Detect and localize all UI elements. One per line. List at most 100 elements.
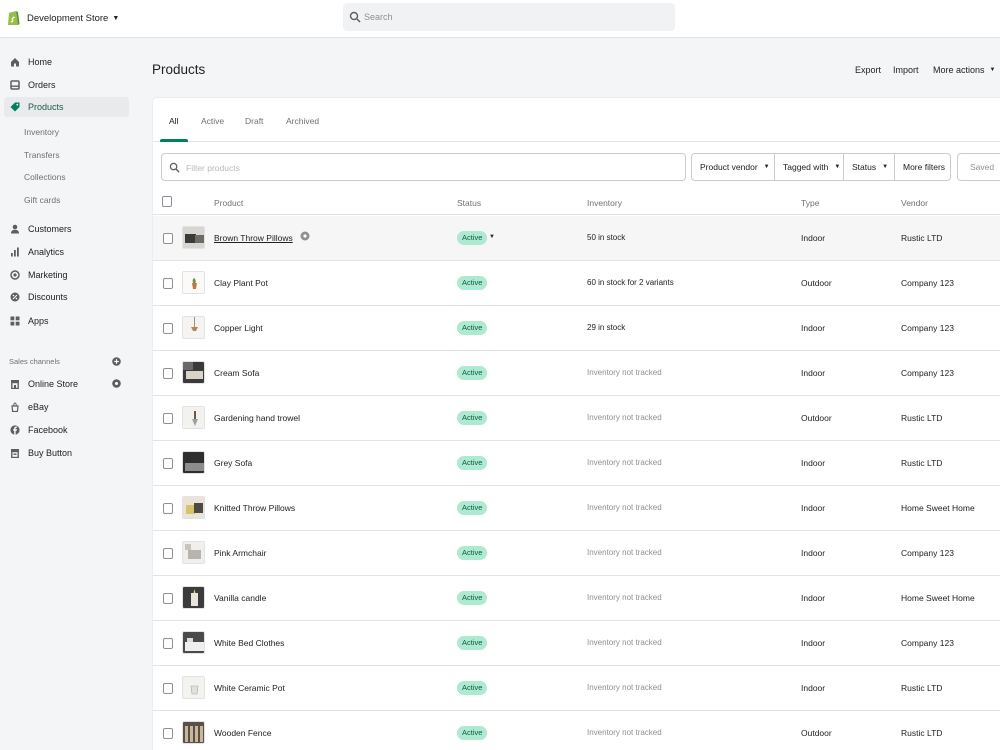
- product-vendor: Rustic LTD: [901, 413, 943, 423]
- sidebar-item-home[interactable]: Home: [4, 52, 129, 72]
- table-row[interactable]: Vanilla candle Active Inventory not trac…: [153, 576, 1000, 621]
- sidebar-item-ebay[interactable]: eBay: [4, 397, 129, 417]
- row-checkbox[interactable]: [163, 368, 173, 379]
- row-checkbox[interactable]: [163, 638, 173, 649]
- product-name-link[interactable]: Gardening hand trowel: [214, 413, 300, 423]
- row-checkbox[interactable]: [163, 413, 173, 424]
- row-checkbox[interactable]: [163, 233, 173, 244]
- sidebar-sub-transfers[interactable]: Transfers: [24, 146, 60, 164]
- sidebar-item-label: eBay: [28, 402, 49, 412]
- status-badge[interactable]: Active: [457, 681, 488, 695]
- sidebar-sub-gift-cards[interactable]: Gift cards: [24, 191, 60, 209]
- tab-active[interactable]: Active: [201, 116, 224, 126]
- sidebar-item-online-store[interactable]: Online Store: [4, 374, 129, 394]
- row-checkbox[interactable]: [163, 323, 173, 334]
- chevron-down-icon[interactable]: ▼: [489, 234, 495, 240]
- sidebar-item-label: Marketing: [28, 270, 68, 280]
- saved-button[interactable]: Saved: [957, 153, 1000, 181]
- chevron-down-icon: ▼: [989, 67, 996, 73]
- more-filters-button[interactable]: More filters: [894, 153, 951, 181]
- table-row[interactable]: Gardening hand trowel Active Inventory n…: [153, 396, 1000, 441]
- table-row[interactable]: Brown Throw Pillows Active ▼ 50 in stock…: [153, 216, 1000, 261]
- status-badge[interactable]: Active: [457, 726, 488, 740]
- table-row[interactable]: Grey Sofa Active Inventory not tracked I…: [153, 441, 1000, 486]
- row-checkbox[interactable]: [163, 458, 173, 469]
- sidebar-sub-inventory[interactable]: Inventory: [24, 123, 59, 141]
- column-inventory[interactable]: Inventory: [587, 198, 622, 208]
- sidebar-item-marketing[interactable]: Marketing: [4, 265, 129, 285]
- add-channel-icon[interactable]: [112, 357, 121, 366]
- status-badge[interactable]: Active: [457, 276, 488, 290]
- product-name-link[interactable]: Clay Plant Pot: [214, 278, 268, 288]
- tab-draft[interactable]: Draft: [245, 116, 263, 126]
- product-name-link[interactable]: Knitted Throw Pillows: [214, 503, 295, 513]
- row-checkbox[interactable]: [163, 728, 173, 739]
- status-filter[interactable]: Status ▼: [843, 153, 895, 181]
- product-name-link[interactable]: Wooden Fence: [214, 728, 272, 738]
- status-badge[interactable]: Active: [457, 501, 488, 515]
- table-row[interactable]: Copper Light Active 29 in stock Indoor C…: [153, 306, 1000, 351]
- product-name-link[interactable]: Vanilla candle: [214, 593, 266, 603]
- product-vendor-filter[interactable]: Product vendor ▼: [691, 153, 775, 181]
- column-vendor[interactable]: Vendor: [901, 198, 928, 208]
- table-header: Product Status Inventory Type Vendor: [153, 191, 1000, 215]
- table-row[interactable]: Knitted Throw Pillows Active Inventory n…: [153, 486, 1000, 531]
- table-row[interactable]: Clay Plant Pot Active 60 in stock for 2 …: [153, 261, 1000, 306]
- row-checkbox[interactable]: [163, 683, 173, 694]
- status-badge[interactable]: Active: [457, 411, 488, 425]
- status-badge[interactable]: Active: [457, 321, 488, 335]
- store-switcher[interactable]: Development Store ▼: [27, 13, 119, 24]
- sidebar-item-customers[interactable]: Customers: [4, 219, 129, 239]
- product-name-link[interactable]: Grey Sofa: [214, 458, 252, 468]
- sidebar-item-analytics[interactable]: Analytics: [4, 242, 129, 262]
- status-badge[interactable]: Active: [457, 456, 488, 470]
- row-checkbox[interactable]: [163, 593, 173, 604]
- filter-products-input[interactable]: Filter products: [161, 153, 686, 181]
- row-checkbox[interactable]: [163, 278, 173, 289]
- status-badge[interactable]: Active: [457, 231, 488, 245]
- tab-all[interactable]: All: [169, 116, 178, 126]
- status-badge[interactable]: Active: [457, 591, 488, 605]
- search-input[interactable]: Search: [343, 3, 675, 31]
- table-row[interactable]: Pink Armchair Active Inventory not track…: [153, 531, 1000, 576]
- sidebar-item-products[interactable]: Products: [4, 97, 129, 117]
- product-name-link[interactable]: Cream Sofa: [214, 368, 259, 378]
- sidebar-item-facebook[interactable]: Facebook: [4, 420, 129, 440]
- select-all-checkbox[interactable]: [162, 196, 172, 207]
- view-store-icon[interactable]: [112, 379, 121, 388]
- table-row[interactable]: White Bed Clothes Active Inventory not t…: [153, 621, 1000, 666]
- column-type[interactable]: Type: [801, 198, 819, 208]
- export-button[interactable]: Export: [855, 65, 881, 75]
- tagged-with-filter[interactable]: Tagged with ▼: [774, 153, 844, 181]
- more-actions-button[interactable]: More actions ▼: [933, 65, 995, 75]
- product-name-link[interactable]: White Ceramic Pot: [214, 683, 285, 693]
- product-name-link[interactable]: Pink Armchair: [214, 548, 266, 558]
- inventory-value: Inventory not tracked: [587, 503, 662, 512]
- shopify-logo-icon[interactable]: [7, 9, 20, 26]
- column-status[interactable]: Status: [457, 198, 481, 208]
- marketing-icon: [9, 270, 20, 281]
- product-name-link[interactable]: Copper Light: [214, 323, 263, 333]
- product-name-link[interactable]: Brown Throw Pillows: [214, 233, 293, 243]
- table-row[interactable]: Cream Sofa Active Inventory not tracked …: [153, 351, 1000, 396]
- sidebar-item-orders[interactable]: Orders: [4, 75, 129, 95]
- product-name-link[interactable]: White Bed Clothes: [214, 638, 284, 648]
- column-product[interactable]: Product: [214, 198, 243, 208]
- sidebar-item-buy-button[interactable]: Buy Button: [4, 443, 129, 463]
- sidebar-sub-collections[interactable]: Collections: [24, 168, 66, 186]
- row-checkbox[interactable]: [163, 548, 173, 559]
- table-row[interactable]: White Ceramic Pot Active Inventory not t…: [153, 666, 1000, 711]
- preview-icon[interactable]: [300, 231, 310, 241]
- import-button[interactable]: Import: [893, 65, 919, 75]
- status-badge[interactable]: Active: [457, 636, 488, 650]
- product-type: Indoor: [801, 233, 826, 243]
- status-badge[interactable]: Active: [457, 366, 488, 380]
- product-type: Indoor: [801, 458, 826, 468]
- table-row[interactable]: Wooden Fence Active Inventory not tracke…: [153, 711, 1000, 750]
- sidebar-item-apps[interactable]: Apps: [4, 311, 129, 331]
- sidebar-item-discounts[interactable]: Discounts: [4, 287, 129, 307]
- row-checkbox[interactable]: [163, 503, 173, 514]
- chevron-down-icon: ▼: [763, 164, 770, 170]
- status-badge[interactable]: Active: [457, 546, 488, 560]
- tab-archived[interactable]: Archived: [286, 116, 319, 126]
